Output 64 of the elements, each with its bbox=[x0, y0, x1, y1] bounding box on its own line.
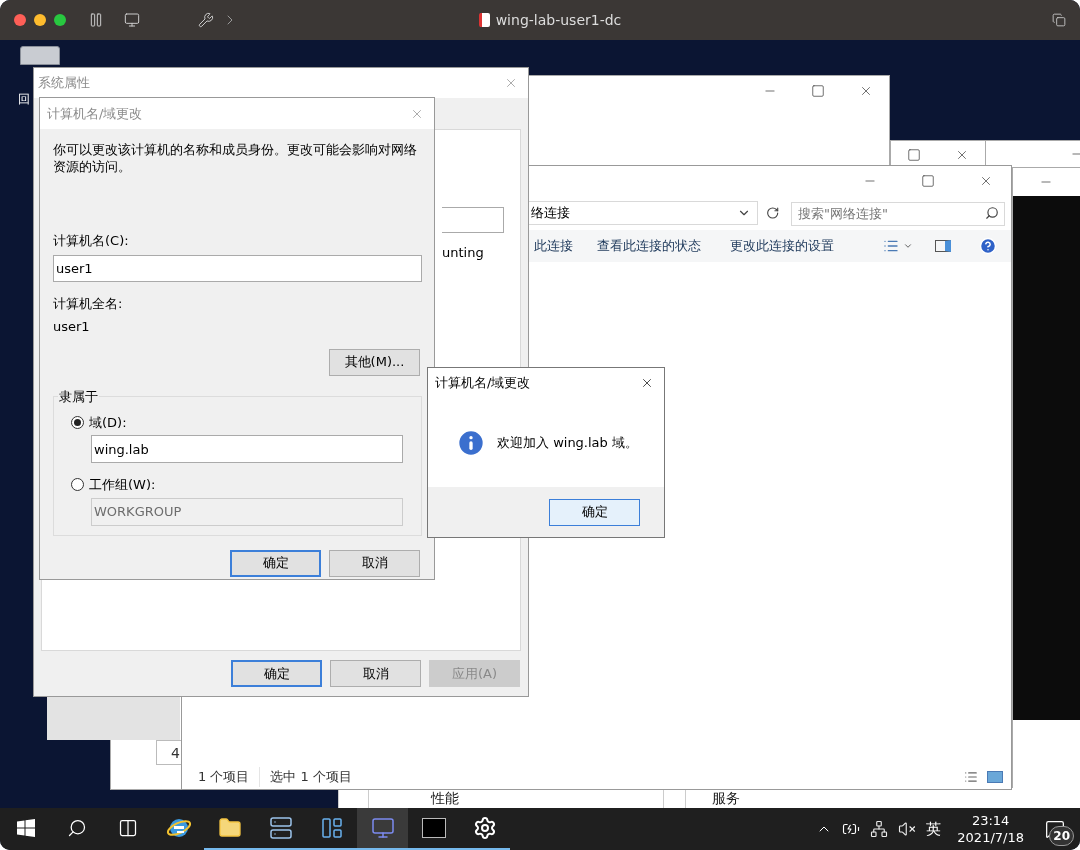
snapshot-icon[interactable] bbox=[124, 12, 140, 28]
control-panel-icon bbox=[319, 816, 344, 840]
close-icon[interactable] bbox=[859, 84, 873, 98]
radio-label: 工作组(W): bbox=[89, 476, 156, 494]
status-text: 选中 1 个项目 bbox=[269, 768, 353, 787]
dialog-button[interactable]: 取消 bbox=[330, 660, 421, 687]
server-icon bbox=[268, 816, 293, 840]
browser-e-icon bbox=[165, 816, 192, 840]
notification-count: 20 bbox=[1049, 826, 1074, 846]
dialog-title: 计算机名/域更改 bbox=[47, 104, 144, 123]
maximize-icon[interactable] bbox=[921, 174, 935, 188]
details-view-icon[interactable] bbox=[963, 770, 979, 784]
status-text: 1 个项目 bbox=[198, 767, 261, 787]
settings-icon bbox=[472, 816, 497, 840]
message-text: 欢迎加入 wing.lab 域。 bbox=[497, 433, 638, 452]
maximize-icon[interactable] bbox=[811, 84, 825, 98]
command-item[interactable]: 更改此连接的设置 bbox=[730, 236, 883, 256]
radio-label: 域(D): bbox=[89, 413, 127, 432]
muted-speaker-icon[interactable] bbox=[898, 820, 917, 838]
help-icon[interactable] bbox=[979, 237, 997, 255]
text-field[interactable]: wing.lab bbox=[91, 435, 403, 463]
dialog-button[interactable]: 确定 bbox=[231, 660, 322, 687]
search-icon bbox=[66, 818, 87, 838]
preview-pane-icon[interactable] bbox=[935, 240, 951, 252]
maximize-icon[interactable] bbox=[907, 148, 921, 162]
document-icon bbox=[478, 13, 490, 27]
input-method-indicator[interactable]: 英 bbox=[926, 817, 942, 841]
radio-button[interactable] bbox=[71, 415, 84, 429]
task-view-icon bbox=[117, 818, 138, 838]
text-field[interactable]: user1 bbox=[53, 254, 422, 282]
pause-icon[interactable] bbox=[88, 12, 104, 28]
dialog-button[interactable]: 取消 bbox=[329, 549, 420, 577]
radio-button[interactable] bbox=[71, 478, 84, 492]
field-label: 计算机名(C): bbox=[53, 232, 130, 250]
dialog-title: 系统属性 bbox=[38, 74, 91, 93]
close-icon[interactable] bbox=[955, 148, 969, 162]
computer-icon bbox=[370, 816, 395, 840]
clock[interactable]: 23:14 2021/7/18 bbox=[951, 812, 1030, 846]
dialog-title: 计算机名/域更改 bbox=[435, 374, 532, 393]
close-icon[interactable] bbox=[979, 174, 993, 188]
description-text: 你可以更改该计算机的名称和成员身份。更改可能会影响对网络资源的访问。 bbox=[53, 141, 418, 175]
dialog-button[interactable]: 确定 bbox=[230, 549, 321, 577]
ok-button[interactable]: 确定 bbox=[549, 498, 640, 526]
window-mode-icon[interactable] bbox=[1052, 13, 1066, 27]
folder-icon bbox=[217, 816, 242, 840]
field-label: 计算机全名: bbox=[53, 294, 124, 313]
command-item[interactable]: 查看此连接的状态 bbox=[597, 236, 730, 256]
windows-logo-icon bbox=[16, 819, 35, 837]
more-button[interactable]: 其他(M)... bbox=[329, 348, 420, 376]
partial-text: unting bbox=[442, 244, 485, 262]
full-name-text: user1 bbox=[53, 318, 91, 336]
search-icon[interactable] bbox=[985, 206, 999, 220]
view-options-icon[interactable] bbox=[883, 238, 899, 254]
desktop-icon-label: 回 bbox=[18, 91, 30, 107]
terminal-icon bbox=[421, 818, 446, 838]
close-icon[interactable] bbox=[640, 376, 654, 390]
list-cell-text: 服务 bbox=[711, 789, 740, 808]
command-item[interactable]: 此连接 bbox=[534, 236, 573, 256]
refresh-icon[interactable] bbox=[765, 206, 779, 220]
host-window-title: wing-lab-user1-dc bbox=[495, 10, 622, 30]
window-tab[interactable]: 4 bbox=[156, 740, 182, 765]
wrench-icon[interactable] bbox=[198, 12, 214, 28]
text-field[interactable] bbox=[442, 207, 504, 233]
search-field[interactable]: 搜索"网络连接" bbox=[791, 201, 1005, 226]
